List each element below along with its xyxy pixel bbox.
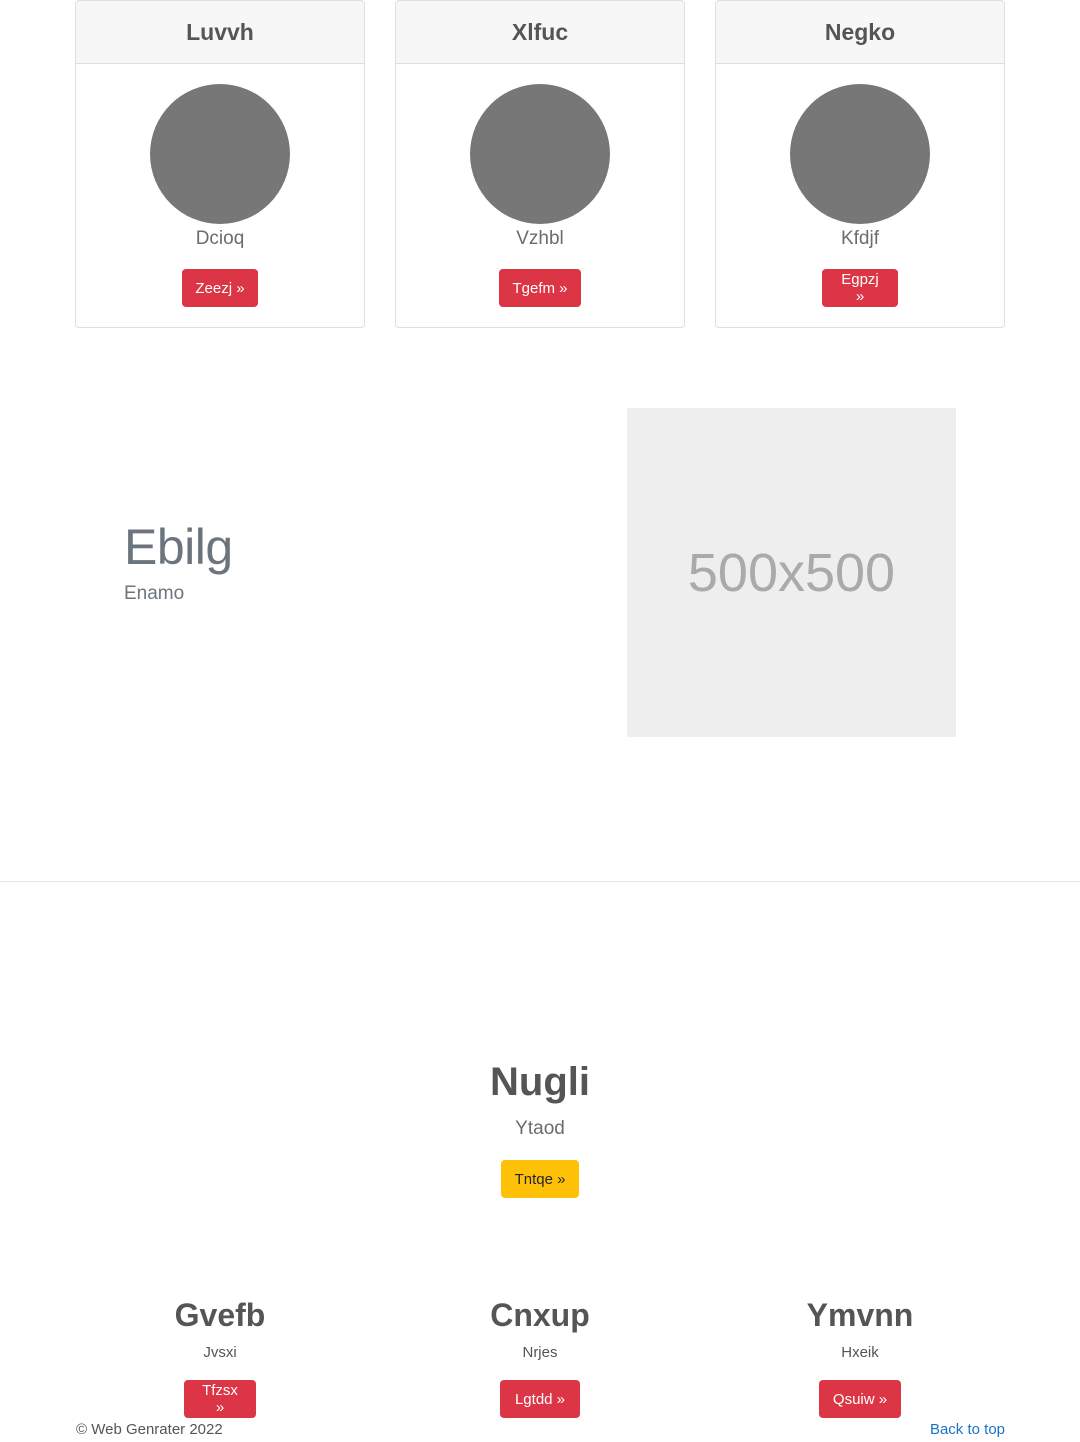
column-title: Gvefb [174, 1297, 266, 1333]
column-title: Cnxup [490, 1297, 590, 1333]
placeholder-image: 500x500 [627, 408, 956, 737]
card-button[interactable]: Zeezj » [182, 269, 258, 307]
feature-heading: Ebilg [124, 519, 233, 575]
avatar [150, 84, 290, 224]
card-subtitle: Kfdjf [840, 228, 880, 249]
card-body: Dcioq Zeezj » [76, 64, 364, 327]
card-body: Kfdjf Egpzj » [716, 64, 1004, 327]
hero-button[interactable]: Tntqe » [501, 1160, 579, 1198]
avatar [470, 84, 610, 224]
card-title: Negko [716, 1, 1004, 64]
column-subtitle: Hxeik [841, 1344, 879, 1361]
column-button[interactable]: Tfzsx » [184, 1380, 256, 1418]
column-button[interactable]: Lgtdd » [500, 1380, 580, 1418]
profile-card: Luvvh Dcioq Zeezj » [75, 0, 365, 328]
card-title: Xlfuc [396, 1, 684, 64]
card-body: Vzhbl Tgefm » [396, 64, 684, 327]
profile-card: Xlfuc Vzhbl Tgefm » [395, 0, 685, 328]
card-subtitle: Dcioq [195, 228, 245, 249]
column-subtitle: Jvsxi [203, 1344, 237, 1361]
column: Gvefb Jvsxi Tfzsx » [75, 1295, 365, 1418]
back-to-top-link[interactable]: Back to top [930, 1421, 1005, 1438]
footer-copyright: © Web Genrater 2022 [76, 1421, 223, 1438]
hero-heading: Nugli [490, 1060, 590, 1104]
card-title: Luvvh [76, 1, 364, 64]
hero-subheading: Ytaod [515, 1118, 565, 1139]
column-subtitle: Nrjes [522, 1344, 558, 1361]
feature-subheading: Enamo [124, 583, 185, 604]
card-subtitle: Vzhbl [516, 228, 564, 249]
divider [0, 881, 1080, 882]
column: Cnxup Nrjes Lgtdd » [395, 1295, 685, 1418]
profile-card: Negko Kfdjf Egpzj » [715, 0, 1005, 328]
page: Luvvh Dcioq Zeezj » Xlfuc Vzhbl Tgefm » … [0, 0, 1080, 1442]
placeholder-label: 500x500 [687, 542, 896, 603]
card-button[interactable]: Tgefm » [499, 269, 581, 307]
avatar [790, 84, 930, 224]
column-button[interactable]: Qsuiw » [819, 1380, 901, 1418]
column: Ymvnn Hxeik Qsuiw » [715, 1295, 1005, 1418]
column-title: Ymvnn [806, 1297, 914, 1333]
card-button[interactable]: Egpzj » [822, 269, 898, 307]
